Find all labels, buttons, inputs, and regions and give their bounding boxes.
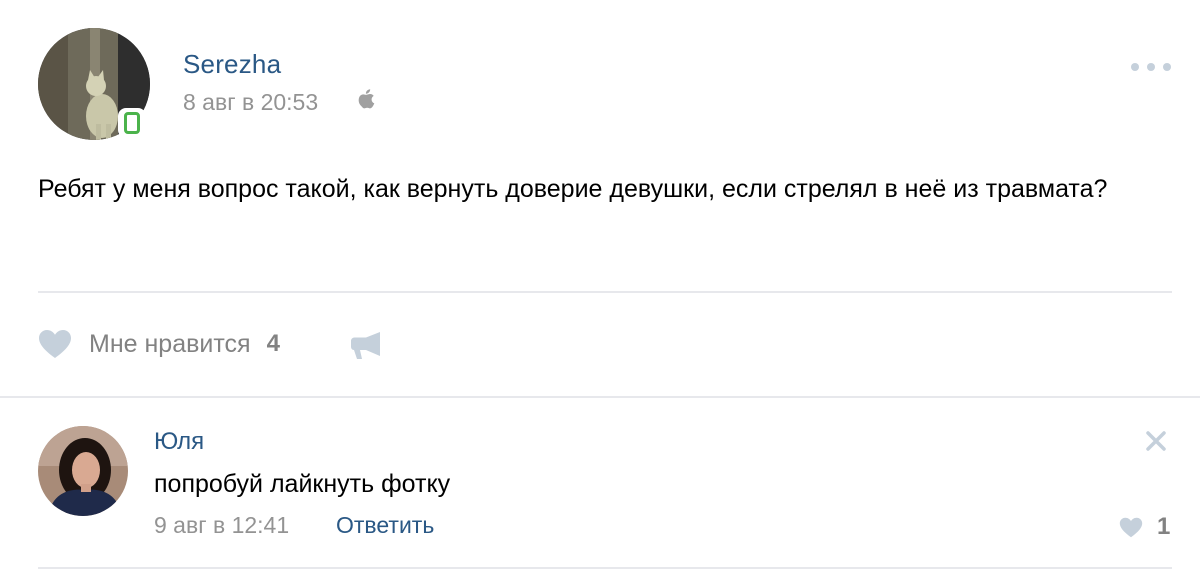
heart-icon	[39, 330, 71, 358]
comment-like-button[interactable]: 1	[1119, 512, 1170, 542]
like-button[interactable]: Мне нравится 4	[38, 326, 280, 362]
comment-like-count: 1	[1157, 513, 1171, 540]
heart-icon	[1119, 517, 1143, 537]
share-megaphone-icon[interactable]	[350, 330, 386, 360]
apple-icon	[358, 89, 375, 109]
post-author-name[interactable]: Serezha	[183, 49, 281, 80]
comment-author-name[interactable]: Юля	[154, 428, 204, 456]
post-divider	[38, 291, 1172, 293]
close-icon[interactable]	[1145, 430, 1167, 452]
section-divider	[0, 396, 1200, 398]
comment-text: попробуй лайкнуть фотку	[154, 470, 451, 498]
mobile-phone-icon	[124, 112, 140, 134]
comment-author-avatar[interactable]	[38, 426, 128, 516]
more-icon[interactable]	[1130, 61, 1172, 73]
post-date[interactable]: 8 авг в 20:53	[183, 89, 318, 116]
comment-divider	[38, 567, 1172, 569]
comment-date[interactable]: 9 авг в 12:41	[154, 512, 289, 539]
mobile-online-badge	[118, 108, 146, 138]
like-label: Мне нравится	[89, 329, 251, 358]
wall-post: Serezha 8 авг в 20:53 Ребят у меня вопро…	[0, 0, 1200, 575]
post-text: Ребят у меня вопрос такой, как вернуть д…	[38, 175, 1108, 203]
reply-button[interactable]: Ответить	[336, 512, 434, 539]
like-count: 4	[266, 330, 280, 357]
